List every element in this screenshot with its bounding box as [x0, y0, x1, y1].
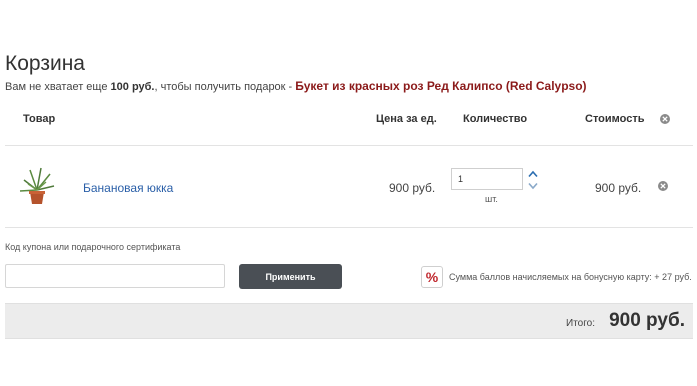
gift-promo: Вам не хватает еще 100 руб., чтобы получ… — [5, 79, 587, 93]
promo-middle: , чтобы получить подарок - — [154, 81, 293, 93]
quantity-unit: шт. — [485, 194, 498, 204]
header-quantity: Количество — [463, 113, 528, 125]
unit-price: 900 руб. — [389, 181, 436, 195]
chevron-up-icon[interactable] — [528, 170, 538, 178]
header-unit-price: Цена за ед. — [376, 113, 437, 125]
remove-item-icon[interactable] — [658, 181, 668, 191]
promo-gift-name: Букет из красных роз Ред Калипсо (Red Ca… — [295, 79, 587, 93]
divider — [5, 145, 693, 146]
total-label: Итого: — [566, 318, 595, 329]
bonus-points-text: Сумма баллов начисляемых на бонусную кар… — [449, 272, 692, 282]
header-cost: Стоимость — [585, 113, 645, 125]
total-value: 900 руб. — [609, 310, 685, 331]
promo-prefix: Вам не хватает еще — [5, 81, 108, 93]
total-bar: Итого: 900 руб. — [5, 303, 693, 339]
chevron-down-icon[interactable] — [528, 182, 538, 190]
page-title: Корзина — [5, 52, 85, 76]
promo-amount: 100 руб. — [110, 81, 155, 93]
row-cost: 900 руб. — [595, 181, 642, 195]
coupon-label: Код купона или подарочного сертификата — [5, 242, 181, 252]
percent-icon: % — [421, 266, 443, 288]
clear-cart-icon[interactable] — [660, 114, 670, 124]
quantity-input[interactable] — [451, 168, 523, 190]
product-thumbnail[interactable] — [16, 164, 58, 206]
apply-coupon-button[interactable]: Применить — [239, 264, 342, 289]
divider — [5, 227, 693, 228]
coupon-input[interactable] — [5, 264, 225, 288]
header-product: Товар — [23, 113, 56, 125]
product-name-link[interactable]: Банановая юкка — [83, 181, 173, 195]
